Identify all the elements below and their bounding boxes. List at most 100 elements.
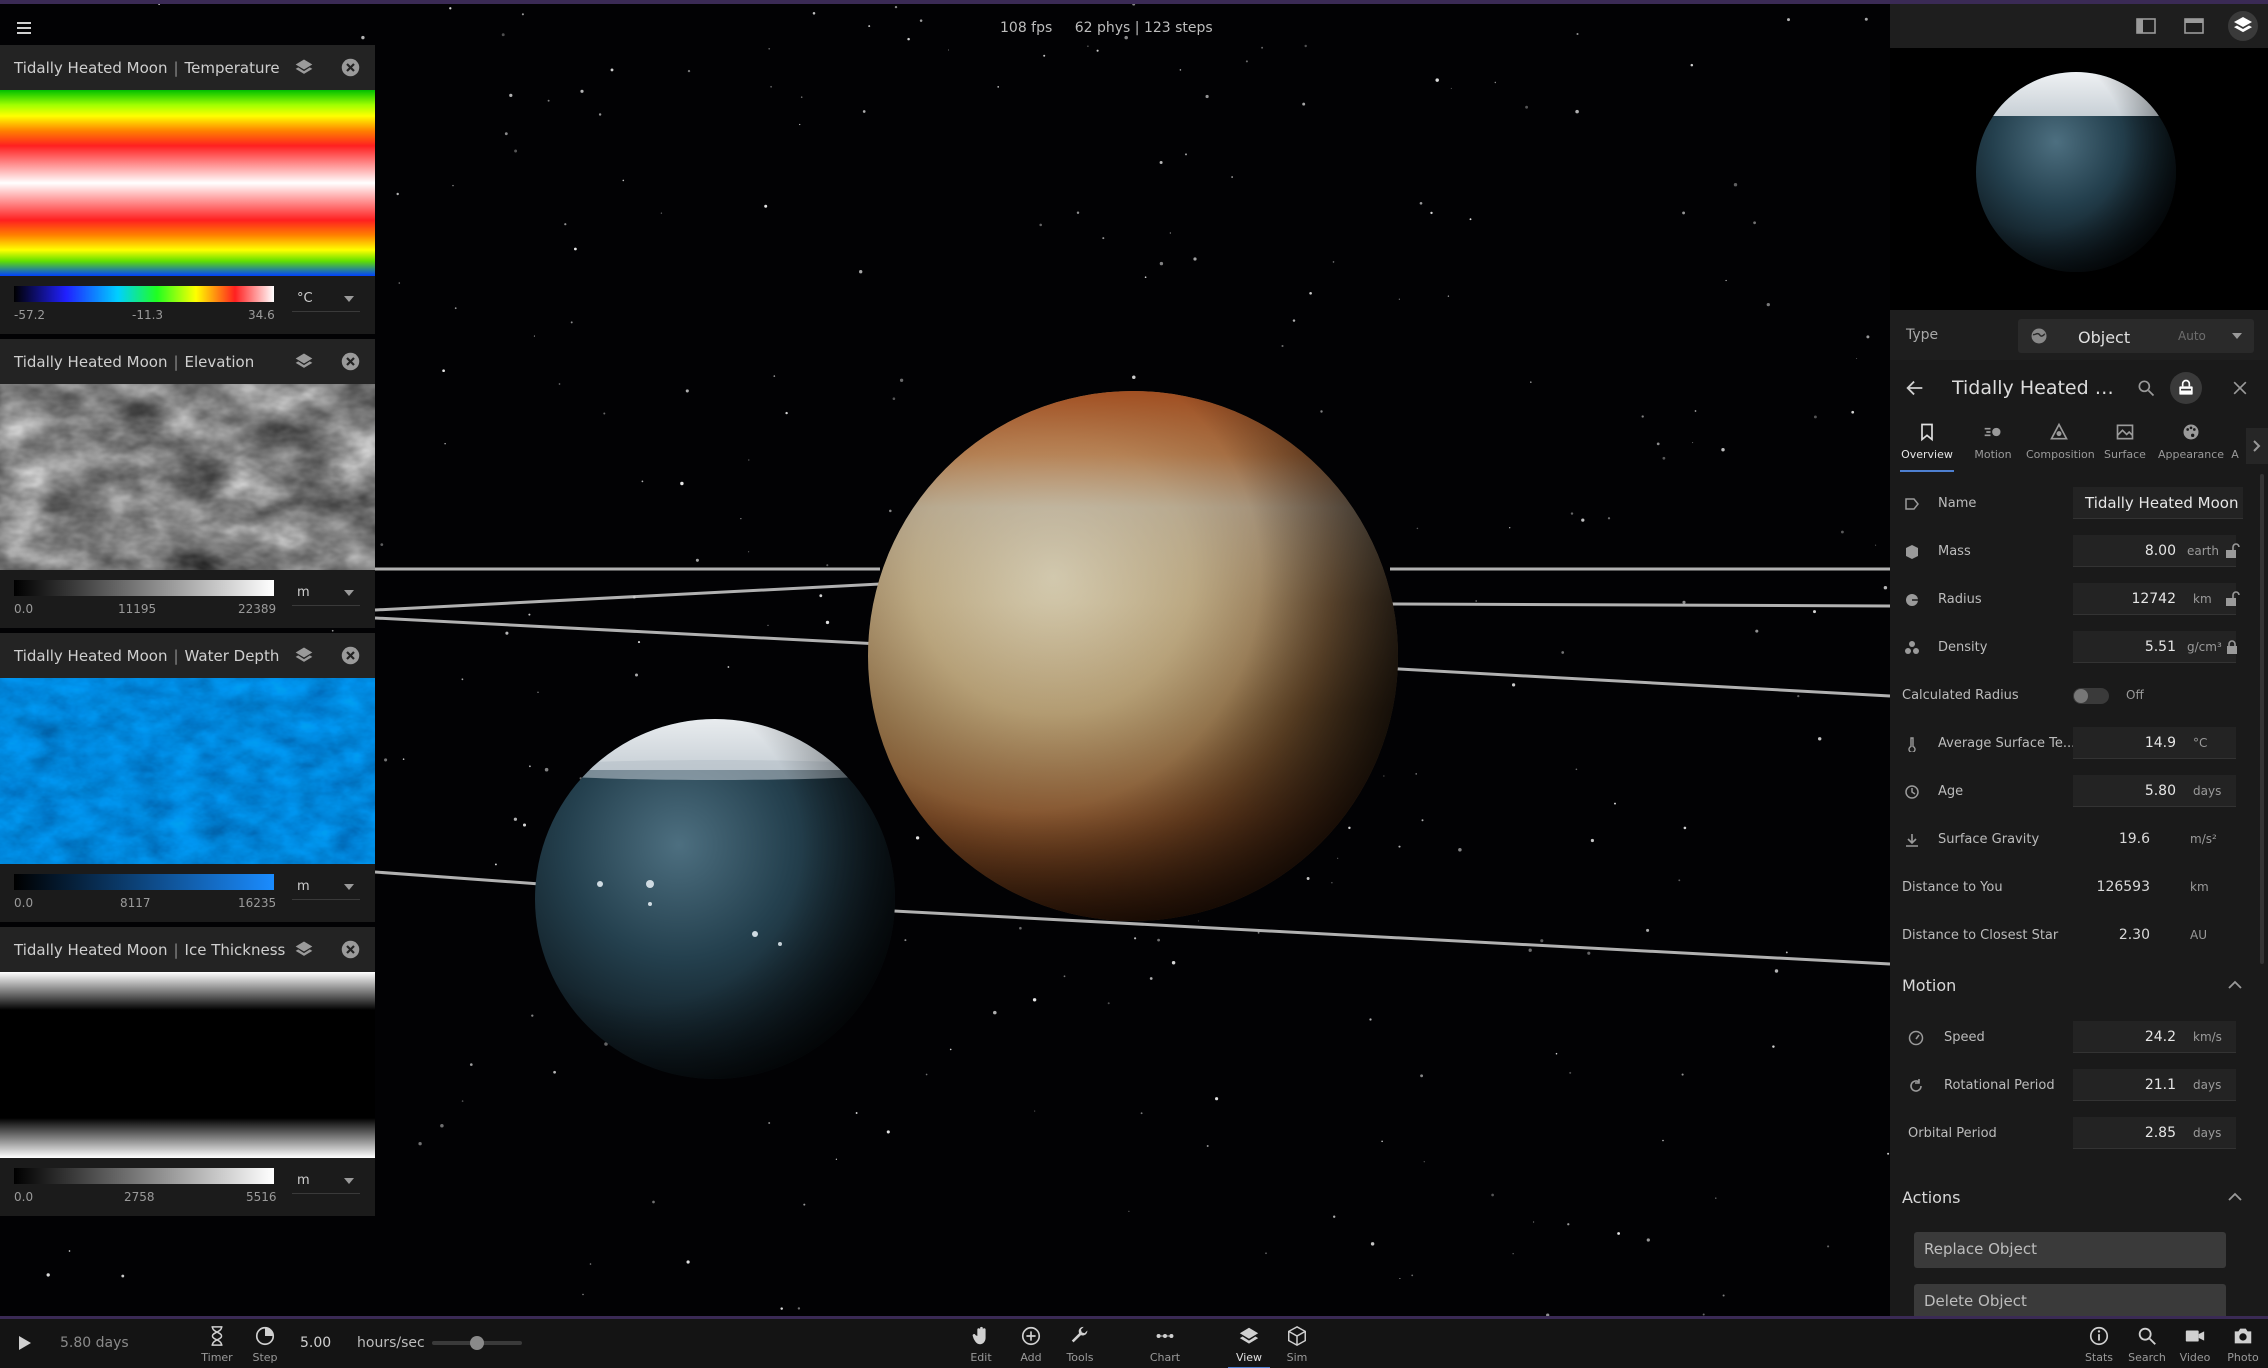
unlock-icon[interactable] [2224, 543, 2240, 559]
follow-camera-button[interactable] [2170, 372, 2202, 404]
tabs-scroll-right[interactable] [2246, 428, 2268, 464]
star [1509, 527, 1511, 529]
slider-thumb[interactable] [470, 1336, 484, 1350]
time-rate-value[interactable]: 5.00 [300, 1335, 331, 1351]
star [544, 767, 549, 772]
search-button[interactable]: Search [2122, 1325, 2172, 1365]
layers-icon[interactable] [294, 57, 314, 77]
time-rate-unit: hours/sec [357, 1335, 425, 1351]
water-depth-legend: 0.0 8117 16235 m [0, 864, 375, 922]
panel-scrollbar[interactable] [2260, 474, 2264, 964]
mass-input[interactable]: 8.00 earth [2073, 535, 2236, 567]
chevron-down-icon [2232, 333, 2242, 339]
legend-mid: 2758 [124, 1190, 155, 1204]
star [1185, 153, 1187, 156]
property-label: Calculated Radius [1902, 688, 2019, 703]
close-icon[interactable] [340, 57, 361, 78]
tab-overview[interactable]: Overview [1894, 416, 1960, 472]
star [1887, 1152, 1890, 1155]
motion-icon [1984, 427, 2001, 437]
view-button[interactable]: View [1224, 1325, 1274, 1368]
stats-button[interactable]: Stats [2074, 1325, 2124, 1365]
radius-input[interactable]: 12742 km [2073, 583, 2236, 615]
map-header: Tidally Heated Moon | Ice Thickness [0, 927, 375, 972]
close-icon[interactable] [340, 939, 361, 960]
motion-section-header[interactable]: Motion [1890, 966, 2260, 1006]
back-arrow-icon[interactable] [1904, 377, 1926, 399]
close-icon[interactable] [340, 645, 361, 666]
window-icon[interactable] [2182, 14, 2206, 38]
star [773, 375, 776, 377]
star [819, 594, 823, 598]
sidebar-left-icon[interactable] [2134, 14, 2158, 38]
chart-button[interactable]: Chart [1140, 1325, 1190, 1365]
sim-button[interactable]: Sim [1272, 1325, 1322, 1365]
name-input[interactable]: Tidally Heated Moon [2073, 487, 2243, 519]
star [1205, 94, 1209, 99]
unit-select[interactable]: m [292, 1168, 360, 1194]
star [748, 459, 750, 461]
add-button[interactable]: Add [1006, 1325, 1056, 1365]
type-select[interactable]: Object Auto [2018, 319, 2254, 353]
age-input[interactable]: 5.80 days [2073, 775, 2236, 807]
layers-icon[interactable] [294, 351, 314, 371]
star [1692, 442, 1694, 444]
star [1320, 410, 1323, 413]
type-row: Type Object Auto [1890, 310, 2268, 360]
orbital-period-input[interactable]: 2.85 days [2073, 1117, 2236, 1149]
tab-composition[interactable]: Composition [2026, 416, 2095, 472]
star [785, 411, 788, 415]
search-icon[interactable] [2136, 378, 2156, 398]
density-input[interactable]: 5.51 g/cm³ [2073, 631, 2236, 663]
unit-select[interactable]: °C [292, 286, 360, 312]
star [1411, 1274, 1414, 1277]
actions-section-header[interactable]: Actions [1890, 1178, 2260, 1218]
star [461, 1100, 464, 1102]
delete-object-button[interactable]: Delete Object [1914, 1284, 2226, 1316]
edit-button[interactable]: Edit [956, 1325, 1006, 1365]
replace-object-button[interactable]: Replace Object [1914, 1232, 2226, 1268]
tab-appearance[interactable]: Appearance [2158, 416, 2224, 472]
play-icon[interactable] [14, 1333, 34, 1353]
star [770, 85, 772, 88]
tools-button[interactable]: Tools [1055, 1325, 1105, 1365]
star [494, 863, 497, 866]
star [1331, 882, 1333, 884]
unit-select[interactable]: m [292, 874, 360, 900]
speed-input[interactable]: 24.2 km/s [2073, 1021, 2236, 1053]
unlock-icon[interactable] [2224, 591, 2240, 607]
star [1337, 857, 1339, 859]
property-value: 126593 [2096, 879, 2150, 895]
tab-more[interactable]: A [2224, 416, 2246, 472]
star [686, 1260, 690, 1264]
star [1856, 357, 1858, 360]
hamburger-menu-icon[interactable] [12, 16, 36, 40]
unit-select[interactable]: m [292, 580, 360, 606]
close-icon[interactable] [2230, 378, 2250, 398]
rotational-period-input[interactable]: 21.1 days [2073, 1069, 2236, 1101]
legend-min: 0.0 [14, 602, 34, 616]
star [768, 1122, 771, 1124]
video-button[interactable]: Video [2170, 1325, 2220, 1365]
star [398, 282, 401, 284]
step-button[interactable]: Step [240, 1325, 290, 1365]
temperature-input[interactable]: 14.9 °C [2073, 727, 2236, 759]
chevron-down-icon [344, 296, 354, 302]
tab-motion[interactable]: Motion [1960, 416, 2026, 472]
star [444, 443, 446, 445]
layers-icon[interactable] [294, 645, 314, 665]
surface-icon [2116, 424, 2134, 440]
star [1423, 1161, 1425, 1163]
photo-button[interactable]: Photo [2218, 1325, 2268, 1365]
close-icon[interactable] [340, 351, 361, 372]
calculated-radius-toggle[interactable] [2073, 688, 2109, 704]
timer-button[interactable]: Timer [192, 1325, 242, 1365]
star [1690, 63, 1694, 67]
lock-icon[interactable] [2224, 639, 2240, 655]
gravity-icon [1906, 834, 1918, 847]
time-rate-slider[interactable] [432, 1336, 522, 1350]
layers-icon[interactable] [2228, 11, 2258, 41]
layers-icon[interactable] [294, 939, 314, 959]
star [1140, 1112, 1143, 1115]
tab-surface[interactable]: Surface [2092, 416, 2158, 472]
